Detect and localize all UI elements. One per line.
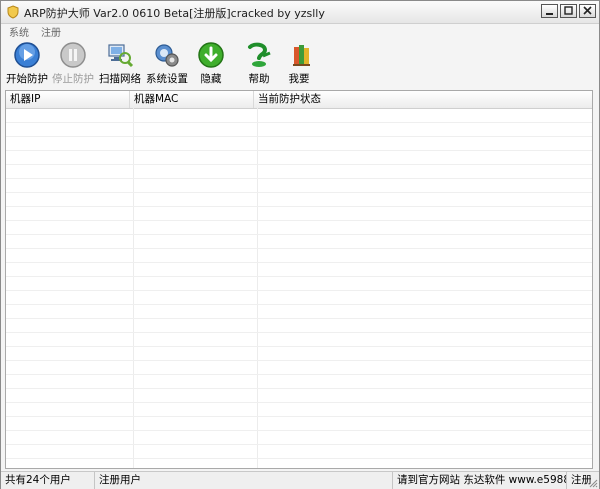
help-button[interactable]: 帮助	[241, 41, 277, 85]
list-empty-row	[6, 361, 592, 375]
status-user-count: 共有24个用户	[1, 472, 95, 489]
list-empty-row	[6, 137, 592, 151]
gear-icon	[155, 44, 179, 67]
list-empty-row	[6, 249, 592, 263]
hide-label: 隐藏	[200, 73, 222, 85]
list-empty-row	[6, 193, 592, 207]
list-empty-row	[6, 333, 592, 347]
start-protection-label: 开始防护	[6, 73, 48, 85]
list-empty-row	[6, 403, 592, 417]
hide-button[interactable]: 隐藏	[193, 41, 229, 85]
list-empty-row	[6, 347, 592, 361]
resize-grip-icon[interactable]	[588, 478, 598, 488]
app-shield-icon	[7, 5, 19, 19]
list-header: 机器IP 机器MAC 当前防护状态	[6, 91, 592, 109]
list-empty-row	[6, 235, 592, 249]
list-empty-row	[6, 305, 592, 319]
list-empty-row	[6, 179, 592, 193]
list-empty-row	[6, 291, 592, 305]
maximize-button[interactable]	[560, 4, 577, 18]
list-empty-row	[6, 263, 592, 277]
scan-network-icon	[108, 44, 134, 68]
toolbar: 开始防护 停止防护 扫描网络 系统设置 隐藏 帮助 我要	[1, 39, 599, 87]
status-bar: 共有24个用户 注册用户 请到官方网站 东达软件 www.e5988.com 注…	[1, 471, 599, 489]
menu-system[interactable]: 系统	[5, 23, 33, 39]
list-empty-row	[6, 319, 592, 333]
minimize-icon	[546, 13, 553, 15]
status-registered: 注册用户	[95, 472, 393, 489]
machine-list[interactable]: 机器IP 机器MAC 当前防护状态	[5, 90, 593, 469]
arrow-down-icon	[198, 42, 224, 68]
minimize-button[interactable]	[541, 4, 558, 18]
column-header-status[interactable]: 当前防护状态	[254, 91, 592, 108]
list-empty-row	[6, 445, 592, 459]
play-icon	[14, 42, 40, 68]
menu-bar: 系统 注册	[1, 23, 599, 39]
list-empty-row	[6, 417, 592, 431]
help-label: 帮助	[248, 73, 270, 85]
stop-protection-button[interactable]: 停止防护	[51, 41, 95, 85]
scan-network-label: 扫描网络	[99, 73, 141, 85]
list-empty-row	[6, 459, 592, 468]
title-bar[interactable]: ARP防护大师 Var2.0 0610 Beta[注册版]cracked by …	[1, 1, 599, 24]
list-body	[6, 109, 592, 468]
window-title: ARP防护大师 Var2.0 0610 Beta[注册版]cracked by …	[24, 7, 325, 20]
list-empty-row	[6, 123, 592, 137]
system-settings-label: 系统设置	[146, 73, 188, 85]
list-empty-row	[6, 375, 592, 389]
window-controls	[541, 4, 596, 18]
list-empty-row	[6, 389, 592, 403]
list-empty-row	[6, 431, 592, 445]
system-settings-button[interactable]: 系统设置	[145, 41, 189, 85]
list-empty-row	[6, 207, 592, 221]
list-empty-row	[6, 109, 592, 123]
start-protection-button[interactable]: 开始防护	[5, 41, 49, 85]
stop-protection-label: 停止防护	[52, 73, 94, 85]
buy-button[interactable]: 我要	[284, 41, 314, 85]
buy-label: 我要	[288, 73, 310, 85]
close-icon	[583, 6, 592, 15]
scan-network-button[interactable]: 扫描网络	[98, 41, 142, 85]
pause-icon	[60, 42, 86, 68]
status-website[interactable]: 请到官方网站 东达软件 www.e5988.com	[393, 472, 567, 489]
list-empty-row	[6, 221, 592, 235]
maximize-icon	[564, 6, 573, 15]
books-icon	[293, 45, 310, 66]
close-button[interactable]	[579, 4, 596, 18]
list-empty-row	[6, 151, 592, 165]
column-header-mac[interactable]: 机器MAC	[130, 91, 254, 108]
help-icon	[248, 42, 271, 67]
app-window: ARP防护大师 Var2.0 0610 Beta[注册版]cracked by …	[0, 0, 600, 489]
list-empty-row	[6, 277, 592, 291]
menu-register[interactable]: 注册	[37, 23, 65, 39]
column-header-ip[interactable]: 机器IP	[6, 91, 130, 108]
list-empty-row	[6, 165, 592, 179]
